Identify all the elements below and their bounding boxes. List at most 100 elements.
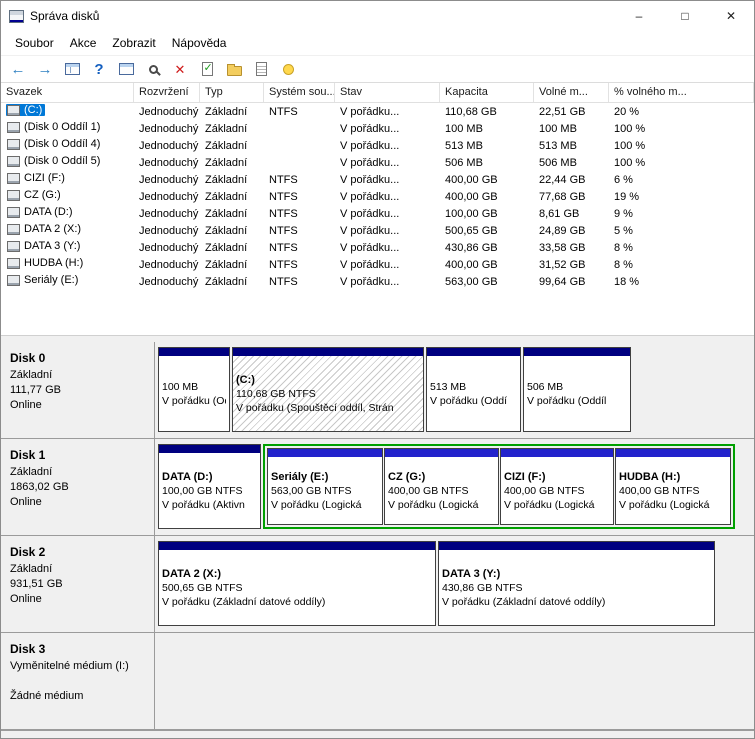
volume-row[interactable]: CIZI (F:)JednoduchýZákladníNTFSV pořádku…: [1, 171, 754, 188]
volume-cell: 100 MB: [440, 123, 534, 135]
partition-color-bar: [159, 445, 260, 453]
volume-row[interactable]: CZ (G:)JednoduchýZákladníNTFSV pořádku..…: [1, 188, 754, 205]
menu-item-napoveda[interactable]: Nápověda: [164, 33, 235, 53]
partition-text: 506 MBV pořádku (Oddíl: [524, 356, 630, 431]
volume-label: Seriály (E:): [6, 274, 81, 286]
delete-volume-icon[interactable]: [169, 58, 191, 80]
partition-box[interactable]: CIZI (F:)400,00 GB NTFSV pořádku (Logick…: [500, 448, 614, 525]
maximize-button[interactable]: □: [662, 1, 708, 31]
volume-row[interactable]: Seriály (E:)JednoduchýZákladníNTFSV pořá…: [1, 273, 754, 290]
volume-cell: NTFS: [264, 225, 335, 237]
partition-status: V pořádku (Oddí: [162, 394, 226, 408]
partition-status: V pořádku (Spouštěcí oddíl, Strán: [236, 401, 420, 415]
partition-box[interactable]: 513 MBV pořádku (Oddí: [426, 347, 521, 432]
volume-cell: 100 %: [609, 140, 754, 152]
partition-text: CZ (G:)400,00 GB NTFSV pořádku (Logická: [385, 457, 498, 524]
drive-icon: [7, 207, 20, 218]
volume-list-pane: SvazekRozvrženíTypSystém sou...StavKapac…: [1, 83, 754, 336]
partition-color-bar: [501, 449, 613, 457]
partition-color-bar: [524, 348, 630, 356]
partition-box[interactable]: HUDBA (H:)400,00 GB NTFSV pořádku (Logic…: [615, 448, 731, 525]
menu-item-soubor[interactable]: Soubor: [7, 33, 62, 53]
disk-info-line: Žádné médium: [10, 689, 150, 704]
partition-box[interactable]: 506 MBV pořádku (Oddíl: [523, 347, 631, 432]
volume-cell: 8 %: [609, 242, 754, 254]
disk-info-panel[interactable]: Disk 0Základní111,77 GBOnline: [1, 342, 155, 438]
search-icon[interactable]: [142, 58, 164, 80]
column-header-7[interactable]: Volné m...: [534, 83, 609, 102]
drive-icon: [7, 173, 20, 184]
help-icon[interactable]: [88, 58, 110, 80]
volume-name: (Disk 0 Oddíl 1): [24, 121, 100, 133]
partition-color-bar: [616, 449, 730, 457]
disk-management-app-icon: [9, 10, 24, 23]
volume-cell: 8,61 GB: [534, 208, 609, 220]
search-glyph: [149, 65, 158, 74]
partition-color-bar: [427, 348, 520, 356]
partition-size: 506 MB: [527, 380, 627, 394]
open-folder-icon[interactable]: [223, 58, 245, 80]
disk-info-line: Online: [10, 495, 150, 510]
disk-info-panel[interactable]: Disk 2Základní931,51 GBOnline: [1, 536, 155, 632]
close-button[interactable]: ✕: [708, 1, 754, 31]
show-console-tree-icon[interactable]: [61, 58, 83, 80]
volume-row[interactable]: DATA 3 (Y:)JednoduchýZákladníNTFSV pořád…: [1, 239, 754, 256]
volume-cell: (C:): [1, 104, 134, 119]
partition-box[interactable]: CZ (G:)400,00 GB NTFSV pořádku (Logická: [384, 448, 499, 525]
volume-cell: DATA (D:): [1, 206, 134, 221]
volume-label: CIZI (F:): [6, 172, 68, 184]
column-header-1[interactable]: Svazek: [1, 83, 134, 102]
partition-box[interactable]: DATA (D:)100,00 GB NTFSV pořádku (Aktivn: [158, 444, 261, 529]
minimize-button[interactable]: –: [616, 1, 662, 31]
drive-icon: [7, 139, 20, 150]
hint-icon[interactable]: [277, 58, 299, 80]
disk-info-panel[interactable]: Disk 1Základní1863,02 GBOnline: [1, 439, 155, 535]
column-header-5[interactable]: Stav: [335, 83, 440, 102]
volume-row[interactable]: DATA (D:)JednoduchýZákladníNTFSV pořádku…: [1, 205, 754, 222]
help-glyph: [94, 62, 103, 77]
partition-box[interactable]: 100 MBV pořádku (Oddí: [158, 347, 230, 432]
partition-box[interactable]: DATA 2 (X:)500,65 GB NTFSV pořádku (Zákl…: [158, 541, 436, 626]
volume-row[interactable]: HUDBA (H:)JednoduchýZákladníNTFSV pořádk…: [1, 256, 754, 273]
partition-status: V pořádku (Logická: [271, 498, 379, 512]
menu-item-zobrazit[interactable]: Zobrazit: [104, 33, 163, 53]
document-glyph: [256, 62, 267, 76]
back-icon[interactable]: [7, 58, 29, 80]
disk-info-line: 1863,02 GB: [10, 480, 150, 495]
volume-row[interactable]: (Disk 0 Oddíl 4)JednoduchýZákladníV pořá…: [1, 137, 754, 154]
column-header-4[interactable]: Systém sou...: [264, 83, 335, 102]
volume-cell: V pořádku...: [335, 123, 440, 135]
column-header-6[interactable]: Kapacita: [440, 83, 534, 102]
disk-info-line: Online: [10, 398, 150, 413]
check-document-icon[interactable]: [196, 58, 218, 80]
column-header-8[interactable]: % volného m...: [609, 83, 754, 102]
forward-glyph: [38, 62, 53, 77]
partition-box[interactable]: Seriály (E:)563,00 GB NTFSV pořádku (Log…: [267, 448, 383, 525]
column-header-2[interactable]: Rozvržení: [134, 83, 200, 102]
drive-icon: [7, 275, 20, 286]
volume-row[interactable]: DATA 2 (X:)JednoduchýZákladníNTFSV pořád…: [1, 222, 754, 239]
volume-cell: 400,00 GB: [440, 174, 534, 186]
window-title: Správa disků: [30, 9, 99, 23]
drive-icon: [7, 122, 20, 133]
disk-info-panel[interactable]: Disk 3Vyměnitelné médium (I:)Žádné médiu…: [1, 633, 155, 729]
partition-box[interactable]: (C:)110,68 GB NTFSV pořádku (Spouštěcí o…: [232, 347, 424, 432]
column-header-3[interactable]: Typ: [200, 83, 264, 102]
volume-row[interactable]: (Disk 0 Oddíl 5)JednoduchýZákladníV pořá…: [1, 154, 754, 171]
forward-icon[interactable]: [34, 58, 56, 80]
drive-icon: [7, 156, 20, 167]
partition-status: V pořádku (Základní datové oddíly): [162, 595, 432, 609]
document-icon[interactable]: [250, 58, 272, 80]
volume-row[interactable]: (C:)JednoduchýZákladníNTFSV pořádku...11…: [1, 103, 754, 120]
partition-box[interactable]: DATA 3 (Y:)430,86 GB NTFSV pořádku (Zákl…: [438, 541, 715, 626]
volume-name: (Disk 0 Oddíl 5): [24, 155, 100, 167]
disk-row: Disk 3Vyměnitelné médium (I:)Žádné médiu…: [1, 633, 754, 730]
volume-row[interactable]: (Disk 0 Oddíl 1)JednoduchýZákladníV pořá…: [1, 120, 754, 137]
menu-item-akce[interactable]: Akce: [62, 33, 105, 53]
volume-cell: 33,58 GB: [534, 242, 609, 254]
volume-cell: NTFS: [264, 174, 335, 186]
volume-cell: 110,68 GB: [440, 106, 534, 118]
console-window-icon[interactable]: [115, 58, 137, 80]
volume-name: CIZI (F:): [24, 172, 65, 184]
volume-cell: Základní: [200, 106, 264, 118]
